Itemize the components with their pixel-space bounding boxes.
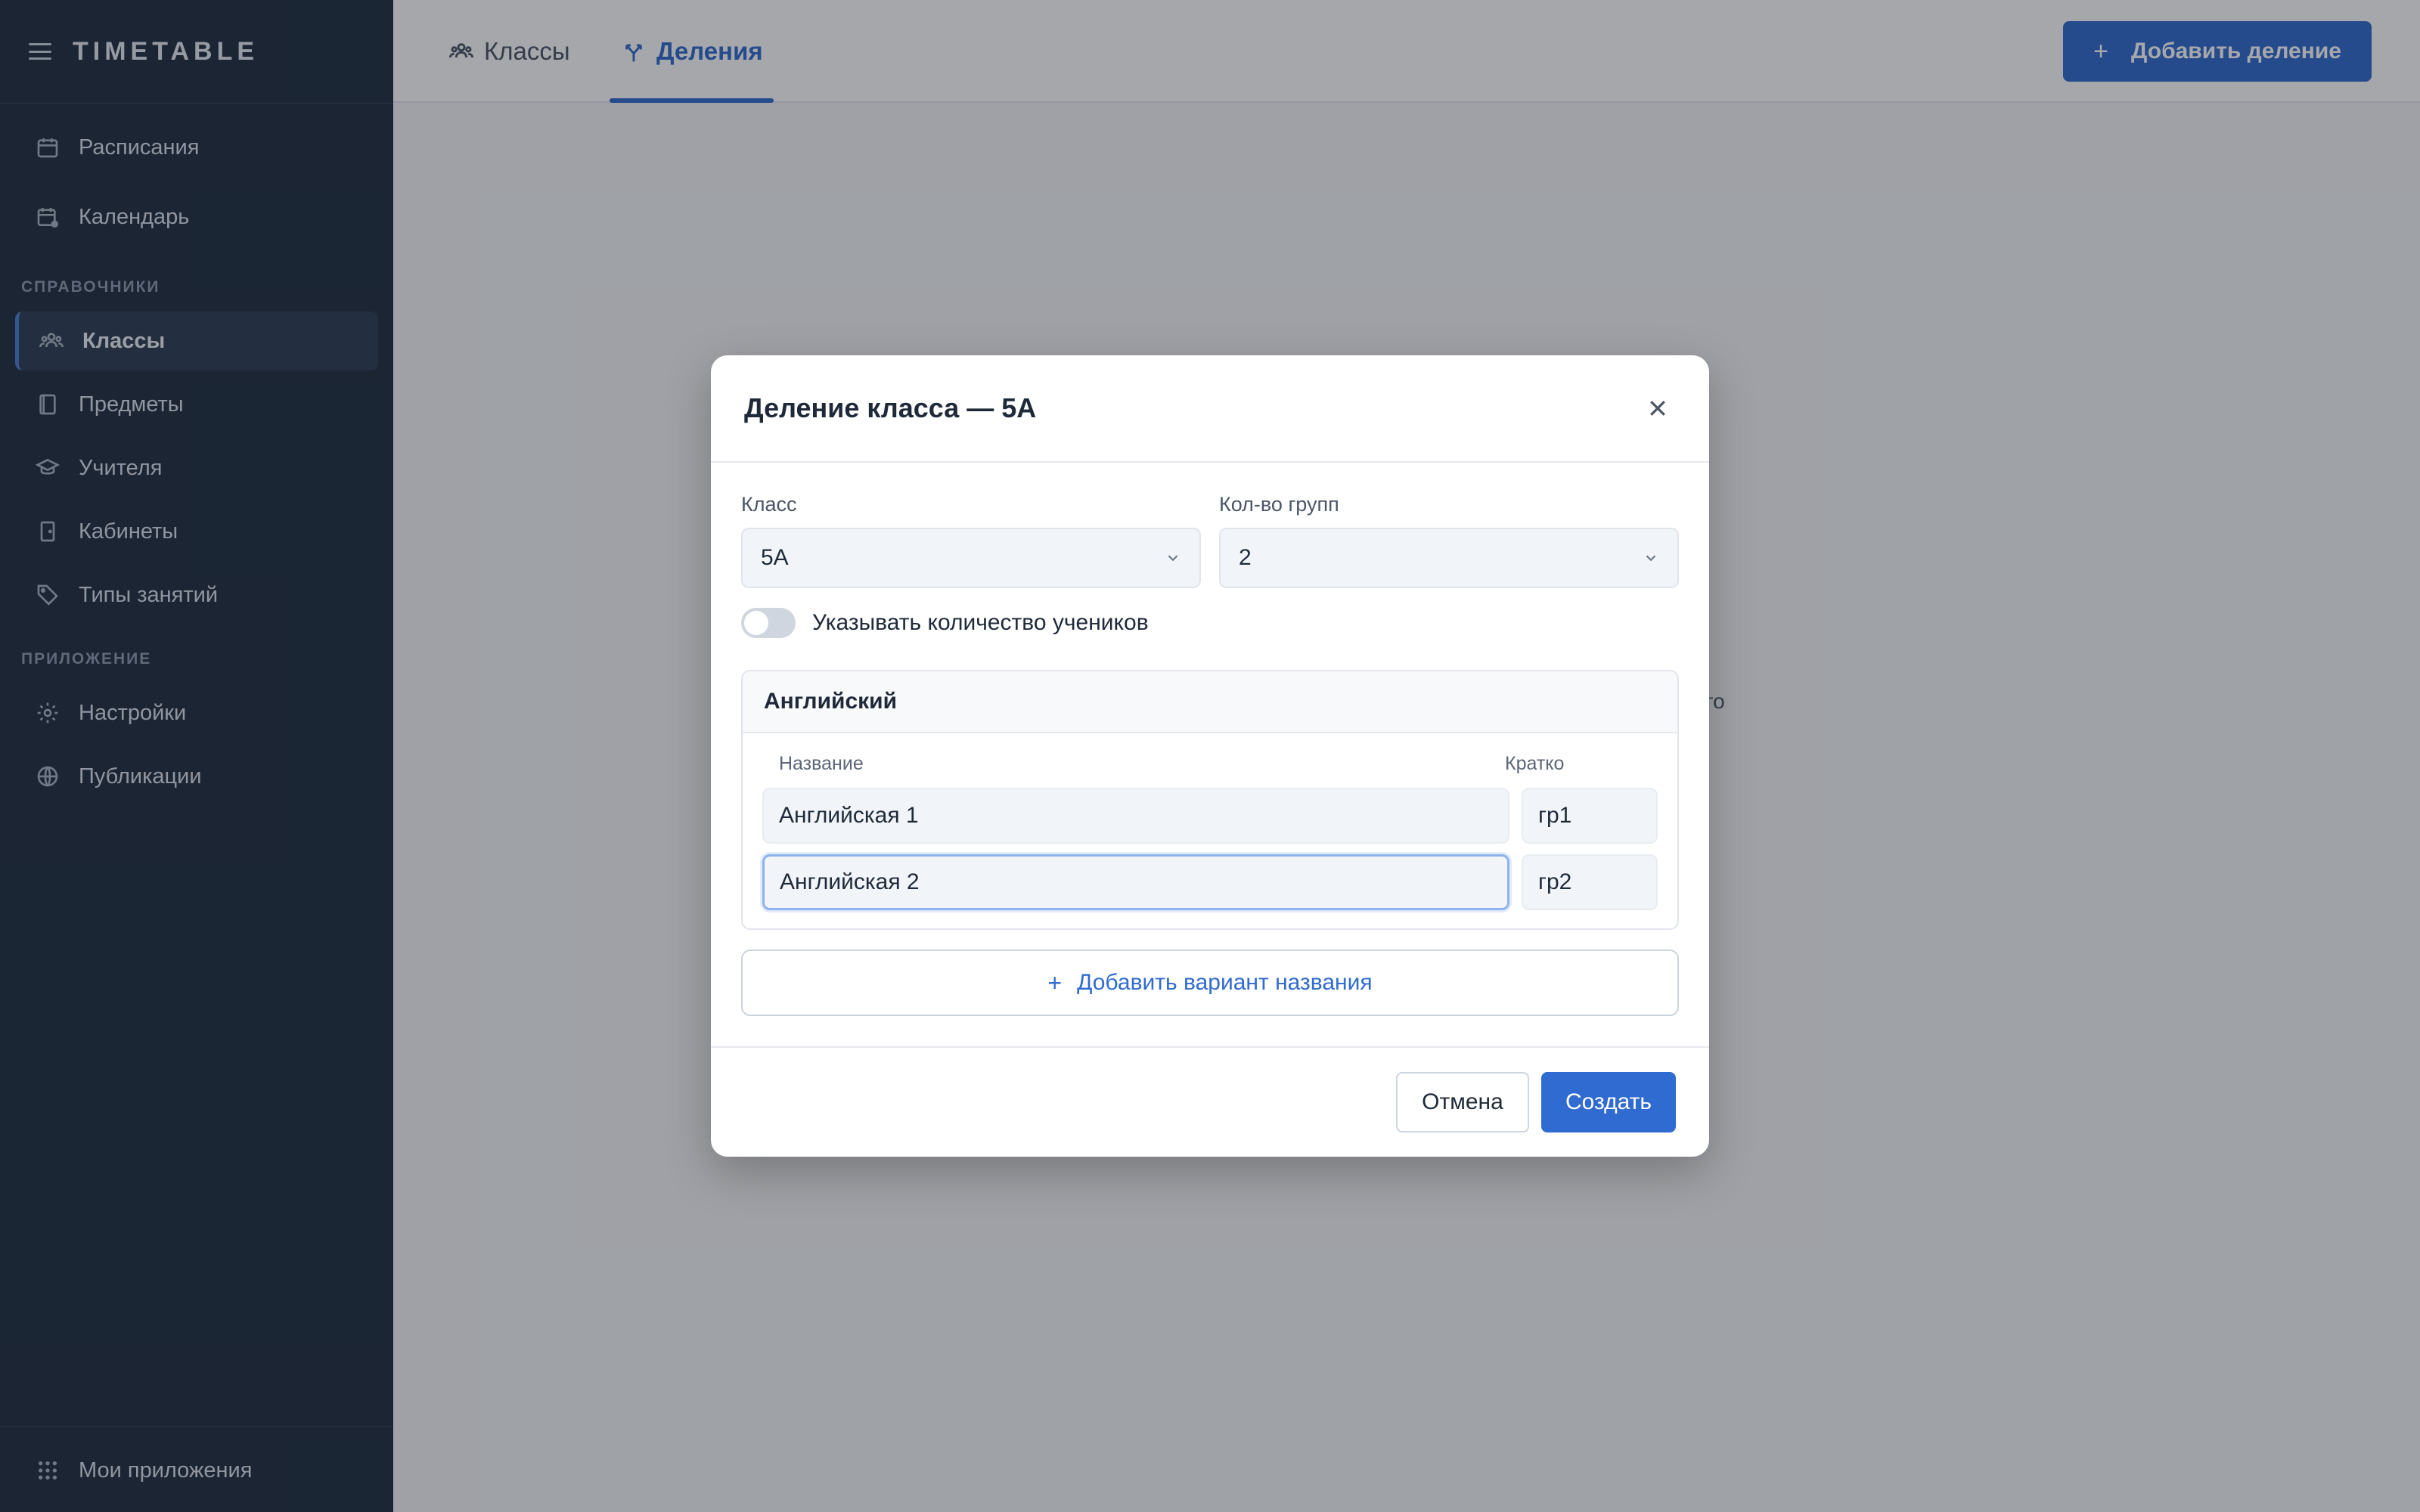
group-short-input[interactable]	[1522, 788, 1658, 844]
add-name-variant-button[interactable]: + Добавить вариант названия	[741, 950, 1679, 1016]
button-label: Добавить вариант названия	[1077, 970, 1373, 995]
cancel-button[interactable]: Отмена	[1396, 1072, 1529, 1132]
chevron-down-icon	[1646, 555, 1656, 562]
dialog-header: Деление класса — 5А	[711, 355, 1709, 463]
student-count-toggle[interactable]	[741, 608, 796, 638]
class-select-value: 5А	[761, 545, 789, 570]
close-icon	[1650, 401, 1665, 416]
group-short-input[interactable]	[1522, 854, 1658, 910]
chevron-down-icon	[1168, 555, 1178, 562]
plus-icon: +	[1047, 968, 1063, 996]
toggle-label: Указывать количество учеников	[812, 610, 1149, 635]
dialog-title: Деление класса — 5А	[744, 392, 1037, 423]
short-column-label: Кратко	[1505, 753, 1565, 774]
group-name-input[interactable]	[762, 854, 1509, 910]
subject-group-card: Английский Название Кратко	[741, 670, 1679, 930]
dialog-footer: Отмена Создать	[711, 1046, 1709, 1157]
close-button[interactable]	[1640, 390, 1676, 426]
groups-select-value: 2	[1239, 545, 1252, 570]
app-root: TIMETABLE Расписания Календарь СПРАВОЧНИ…	[0, 0, 2420, 1512]
create-button[interactable]: Создать	[1541, 1072, 1676, 1132]
division-dialog: Деление класса — 5А Класс 5А Кол-во груп…	[711, 355, 1709, 1157]
class-field-label: Класс	[741, 493, 797, 516]
groups-field-label: Кол-во групп	[1219, 493, 1339, 516]
subject-name: Английский	[743, 671, 1677, 733]
class-select[interactable]: 5А	[741, 528, 1201, 588]
name-column-label: Название	[779, 753, 864, 774]
group-name-input[interactable]	[762, 788, 1509, 844]
student-count-toggle-row: Указывать количество учеников	[741, 608, 1149, 638]
groups-count-select[interactable]: 2	[1219, 528, 1679, 588]
